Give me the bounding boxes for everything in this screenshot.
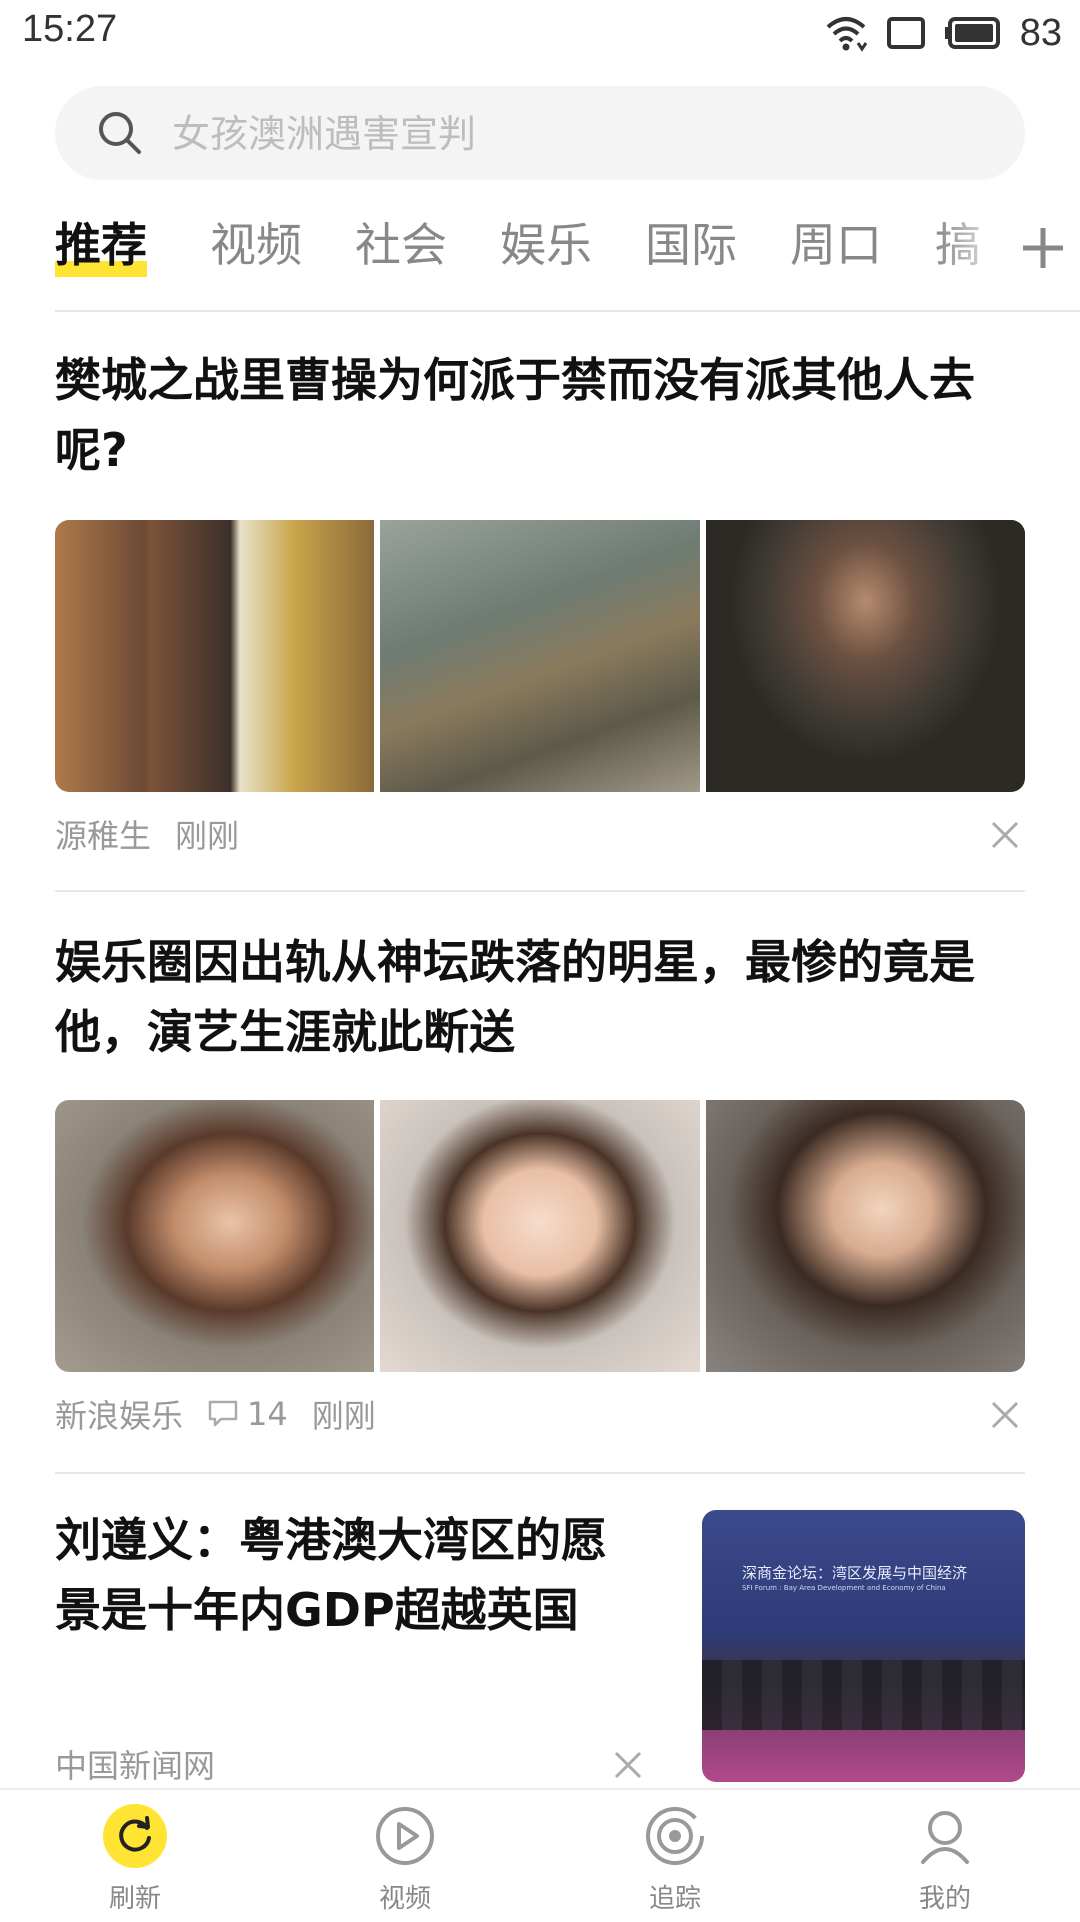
channel-tabs: 推荐 视频 社会 娱乐 国际 周口 搞 (55, 205, 1075, 285)
comment-icon (208, 1400, 238, 1427)
profile-icon (921, 1811, 969, 1864)
tab-recommend[interactable]: 推荐 (55, 205, 147, 285)
article-source: 中国新闻网 (55, 1747, 216, 1785)
article-2-title[interactable]: 娱乐圈因出轨从神坛跌落的明星，最惨的竟是 他，演艺生涯就此断送 (55, 927, 1035, 1067)
article-image (55, 520, 375, 792)
article-divider (55, 1472, 1025, 1474)
wifi-icon (826, 17, 867, 52)
nav-track[interactable]: 追踪 (605, 1790, 745, 1922)
nav-label: 追踪 (648, 1884, 701, 1914)
title-line: 呢? (55, 423, 128, 477)
nav-profile[interactable]: 我的 (875, 1790, 1015, 1922)
article-image (705, 520, 1025, 792)
article-3-title[interactable]: 刘遵义：粤港澳大湾区的愿 景是十年内GDP超越英国 (55, 1505, 675, 1645)
nav-label: 我的 (918, 1884, 971, 1914)
add-channel-icon[interactable] (1020, 225, 1066, 271)
article-3-image[interactable]: 深商金论坛：湾区发展与中国经济 SFI Forum : Bay Area Dev… (702, 1510, 1025, 1782)
dismiss-icon[interactable] (613, 1750, 643, 1780)
article-image (705, 1100, 1025, 1372)
image-caption: 深商金论坛：湾区发展与中国经济 (742, 1564, 968, 1582)
dismiss-icon[interactable] (990, 1400, 1020, 1430)
tab-international[interactable]: 国际 (645, 205, 737, 285)
refresh-icon (103, 1804, 167, 1868)
battery-icon (944, 17, 1000, 49)
nav-video[interactable]: 视频 (335, 1790, 475, 1922)
article-2-images[interactable] (55, 1100, 1025, 1372)
status-time: 15:27 (22, 8, 118, 50)
article-image (55, 1100, 375, 1372)
article-time: 刚刚 (311, 1397, 376, 1435)
article-1-title[interactable]: 樊城之战里曹操为何派于禁而没有派其他人去 呢? (55, 345, 1035, 485)
nav-label: 刷新 (108, 1884, 161, 1914)
article-image (380, 1100, 700, 1372)
bottom-nav: 刷新 视频 追踪 我的 (0, 1788, 1080, 1922)
title-line: 景是十年内GDP超越英国 (55, 1583, 579, 1637)
article-1-images[interactable] (55, 520, 1025, 792)
status-icons: 83 (824, 8, 1062, 58)
nav-label: 视频 (378, 1884, 431, 1914)
title-line: 樊城之战里曹操为何派于禁而没有派其他人去 (55, 353, 975, 407)
article-image (380, 520, 700, 792)
article-2-meta: 新浪娱乐 14 刚刚 (55, 1392, 400, 1436)
comment-count: 14 (247, 1395, 288, 1433)
tab-zhoukou[interactable]: 周口 (790, 205, 882, 285)
search-icon (99, 112, 141, 154)
image-caption-en: SFI Forum : Bay Area Development and Eco… (742, 1584, 946, 1592)
tabs-divider (55, 310, 1080, 312)
article-1-meta: 源稚生 刚刚 (55, 812, 263, 856)
nav-refresh[interactable]: 刷新 (65, 1790, 205, 1922)
dismiss-icon[interactable] (990, 820, 1020, 850)
battery-level: 83 (1019, 11, 1062, 54)
article-source: 新浪娱乐 (55, 1397, 184, 1435)
article-3-meta: 中国新闻网 (55, 1742, 239, 1786)
title-line: 刘遵义：粤港澳大湾区的愿 (55, 1513, 607, 1567)
play-icon (376, 1807, 434, 1865)
tab-video[interactable]: 视频 (210, 205, 302, 285)
title-line: 娱乐圈因出轨从神坛跌落的明星，最惨的竟是 (55, 935, 975, 989)
screen-icon (886, 17, 925, 49)
article-divider (55, 890, 1025, 892)
tab-label: 推荐 (55, 218, 147, 272)
search-input[interactable] (170, 86, 994, 182)
track-icon (646, 1807, 704, 1865)
article-source: 源稚生 (55, 817, 152, 855)
stage-panel (702, 1660, 1025, 1730)
status-bar: 15:27 83 (0, 0, 1080, 66)
search-bar[interactable] (55, 86, 1025, 182)
tab-entertainment[interactable]: 娱乐 (500, 205, 592, 285)
title-line: 他，演艺生涯就此断送 (55, 1005, 515, 1059)
tab-society[interactable]: 社会 (355, 205, 447, 285)
article-time: 刚刚 (175, 817, 240, 855)
